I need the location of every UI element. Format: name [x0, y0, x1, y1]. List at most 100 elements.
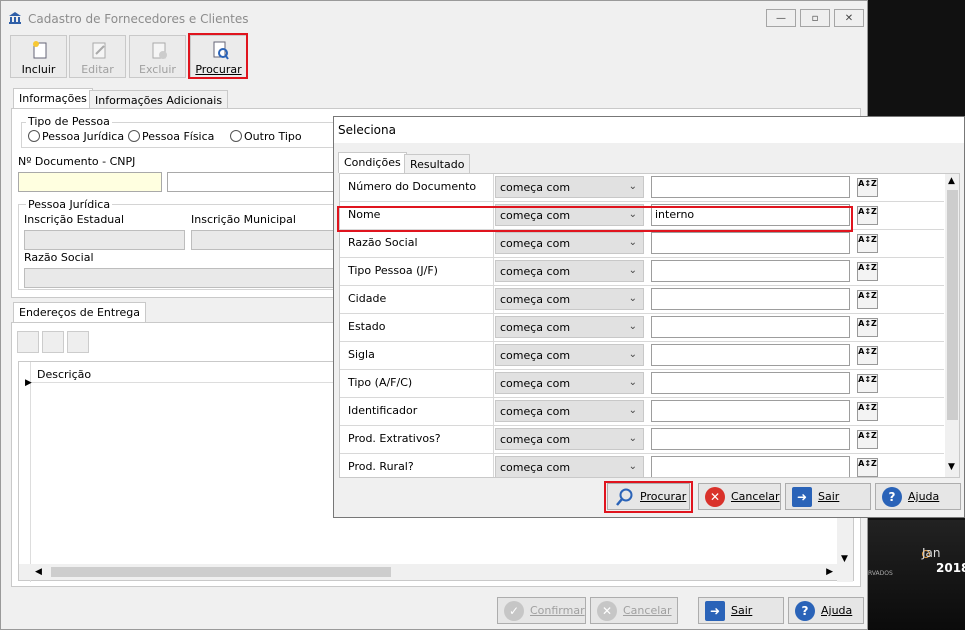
scroll-down-icon[interactable]: ▼: [841, 554, 848, 564]
chevron-down-icon[interactable]: ⌄: [629, 349, 637, 360]
condition-row: Número do Documento começa com ⌄ A↕Z: [340, 174, 944, 202]
operator-value: começa com: [500, 433, 571, 446]
condition-value-input[interactable]: [651, 400, 850, 422]
minimize-button[interactable]: —: [766, 9, 796, 27]
chevron-down-icon[interactable]: ⌄: [629, 461, 637, 472]
incluir-button[interactable]: Incluir: [10, 35, 67, 78]
cancelar-button[interactable]: ✕ Cancelar: [590, 597, 678, 624]
condition-operator-select[interactable]: começa com ⌄: [495, 400, 644, 422]
condition-operator-select[interactable]: começa com ⌄: [495, 260, 644, 282]
radio-pessoa-juridica[interactable]: Pessoa Jurídica: [28, 130, 124, 143]
condition-value-input[interactable]: [651, 316, 850, 338]
condition-value-input[interactable]: [651, 232, 850, 254]
dialog-cancelar-label: Cancelar: [731, 490, 780, 503]
documento-input[interactable]: [18, 172, 162, 192]
chevron-down-icon[interactable]: ⌄: [629, 321, 637, 332]
sort-az-icon[interactable]: A↕Z: [857, 318, 878, 337]
scroll-right-icon[interactable]: ▶: [826, 567, 833, 577]
tab-enderecos-entrega[interactable]: Endereços de Entrega: [13, 302, 146, 323]
sort-az-icon[interactable]: A↕Z: [857, 290, 878, 309]
condition-operator-select[interactable]: começa com ⌄: [495, 372, 644, 394]
dialog-title-bar[interactable]: Seleciona: [334, 117, 964, 143]
delete-endereco-icon[interactable]: [67, 331, 89, 353]
condition-operator-select[interactable]: começa com ⌄: [495, 232, 644, 254]
condition-value-input[interactable]: [651, 428, 850, 450]
chevron-down-icon[interactable]: ⌄: [629, 265, 637, 276]
condition-operator-select[interactable]: começa com ⌄: [495, 176, 644, 198]
inscricao-municipal-input[interactable]: [191, 230, 337, 250]
maximize-button[interactable]: ▫: [800, 9, 830, 27]
horizontal-scroll-thumb[interactable]: [51, 567, 391, 577]
condition-value-input[interactable]: [651, 456, 850, 477]
condition-value-input[interactable]: [651, 260, 850, 282]
chevron-down-icon[interactable]: ⌄: [629, 293, 637, 304]
app-bank-icon: [9, 12, 21, 24]
current-row-pointer-icon: ▶: [25, 378, 32, 388]
tab-resultado[interactable]: Resultado: [404, 154, 471, 174]
chevron-down-icon[interactable]: ⌄: [629, 405, 637, 416]
confirmar-button[interactable]: ✓ Confirmar: [497, 597, 586, 624]
dialog-ajuda-label: Ajuda: [908, 490, 940, 503]
sort-az-icon[interactable]: A↕Z: [857, 458, 878, 477]
sort-az-icon[interactable]: A↕Z: [857, 206, 878, 225]
chevron-down-icon[interactable]: ⌄: [629, 377, 637, 388]
sort-az-icon[interactable]: A↕Z: [857, 430, 878, 449]
sort-az-icon[interactable]: A↕Z: [857, 346, 878, 365]
horizontal-scrollbar[interactable]: ◀ ▶: [19, 564, 837, 580]
razao-social-input[interactable]: [24, 268, 337, 288]
nome-row-highlight: [337, 206, 853, 232]
pessoa-juridica-title: Pessoa Jurídica: [26, 198, 113, 211]
add-endereco-icon[interactable]: [17, 331, 39, 353]
chevron-down-icon[interactable]: ⌄: [629, 433, 637, 444]
condition-field-label: Prod. Rural?: [340, 454, 494, 477]
condition-value-input[interactable]: [651, 176, 850, 198]
dialog-cancelar-button[interactable]: ✕ Cancelar: [698, 483, 781, 510]
condition-value-input[interactable]: [651, 372, 850, 394]
condition-field-label: Tipo (A/F/C): [340, 370, 494, 398]
excluir-button[interactable]: Excluir: [129, 35, 186, 78]
dialog-ajuda-button[interactable]: ? Ajuda: [875, 483, 961, 510]
scroll-left-icon[interactable]: ◀: [35, 567, 47, 577]
scroll-up-icon[interactable]: ▲: [948, 176, 955, 186]
ajuda-button[interactable]: ? Ajuda: [788, 597, 864, 624]
dialog-scroll-thumb[interactable]: [947, 190, 958, 420]
sair-button[interactable]: ➜ Sair: [698, 597, 784, 624]
condition-operator-select[interactable]: começa com ⌄: [495, 428, 644, 450]
tab-condicoes[interactable]: Condições: [338, 152, 407, 173]
condition-operator-select[interactable]: começa com ⌄: [495, 456, 644, 477]
condition-operator-select[interactable]: começa com ⌄: [495, 288, 644, 310]
chevron-down-icon[interactable]: ⌄: [629, 181, 637, 192]
scroll-down-icon[interactable]: ▼: [948, 462, 955, 472]
dialog-sair-button[interactable]: ➜ Sair: [785, 483, 871, 510]
radio-pessoa-fisica[interactable]: Pessoa Física: [128, 130, 214, 143]
descricao-column-header[interactable]: Descrição: [37, 368, 91, 381]
radio-outro-tipo[interactable]: Outro Tipo: [230, 130, 302, 143]
sort-az-icon[interactable]: A↕Z: [857, 374, 878, 393]
radio-outro-circle[interactable]: [230, 130, 242, 142]
dialog-vertical-scrollbar[interactable]: ▲ ▼: [945, 174, 959, 477]
condition-value-input[interactable]: [651, 288, 850, 310]
close-button[interactable]: ✕: [834, 9, 864, 27]
tab-informacoes[interactable]: Informações: [13, 88, 93, 109]
documento-extra-input[interactable]: [167, 172, 337, 192]
sort-az-icon[interactable]: A↕Z: [857, 234, 878, 253]
dialog-title: Seleciona: [338, 123, 396, 137]
radio-juridica-circle[interactable]: [28, 130, 40, 142]
edit-endereco-icon[interactable]: [42, 331, 64, 353]
condition-field-label: Sigla: [340, 342, 494, 370]
condition-field-label: Prod. Extrativos?: [340, 426, 494, 454]
condition-value-input[interactable]: [651, 344, 850, 366]
condition-field-label: Cidade: [340, 286, 494, 314]
radio-fisica-circle[interactable]: [128, 130, 140, 142]
inscricao-estadual-input[interactable]: [24, 230, 185, 250]
sort-az-icon[interactable]: A↕Z: [857, 402, 878, 421]
sort-az-icon[interactable]: A↕Z: [857, 262, 878, 281]
sort-az-icon[interactable]: A↕Z: [857, 178, 878, 197]
condition-operator-select[interactable]: começa com ⌄: [495, 344, 644, 366]
editar-button[interactable]: Editar: [69, 35, 126, 78]
help-icon: ?: [882, 486, 902, 507]
title-bar[interactable]: Cadastro de Fornecedores e Clientes — ▫ …: [1, 1, 867, 33]
chevron-down-icon[interactable]: ⌄: [629, 237, 637, 248]
tab-informacoes-adicionais[interactable]: Informações Adicionais: [89, 90, 229, 110]
condition-operator-select[interactable]: começa com ⌄: [495, 316, 644, 338]
